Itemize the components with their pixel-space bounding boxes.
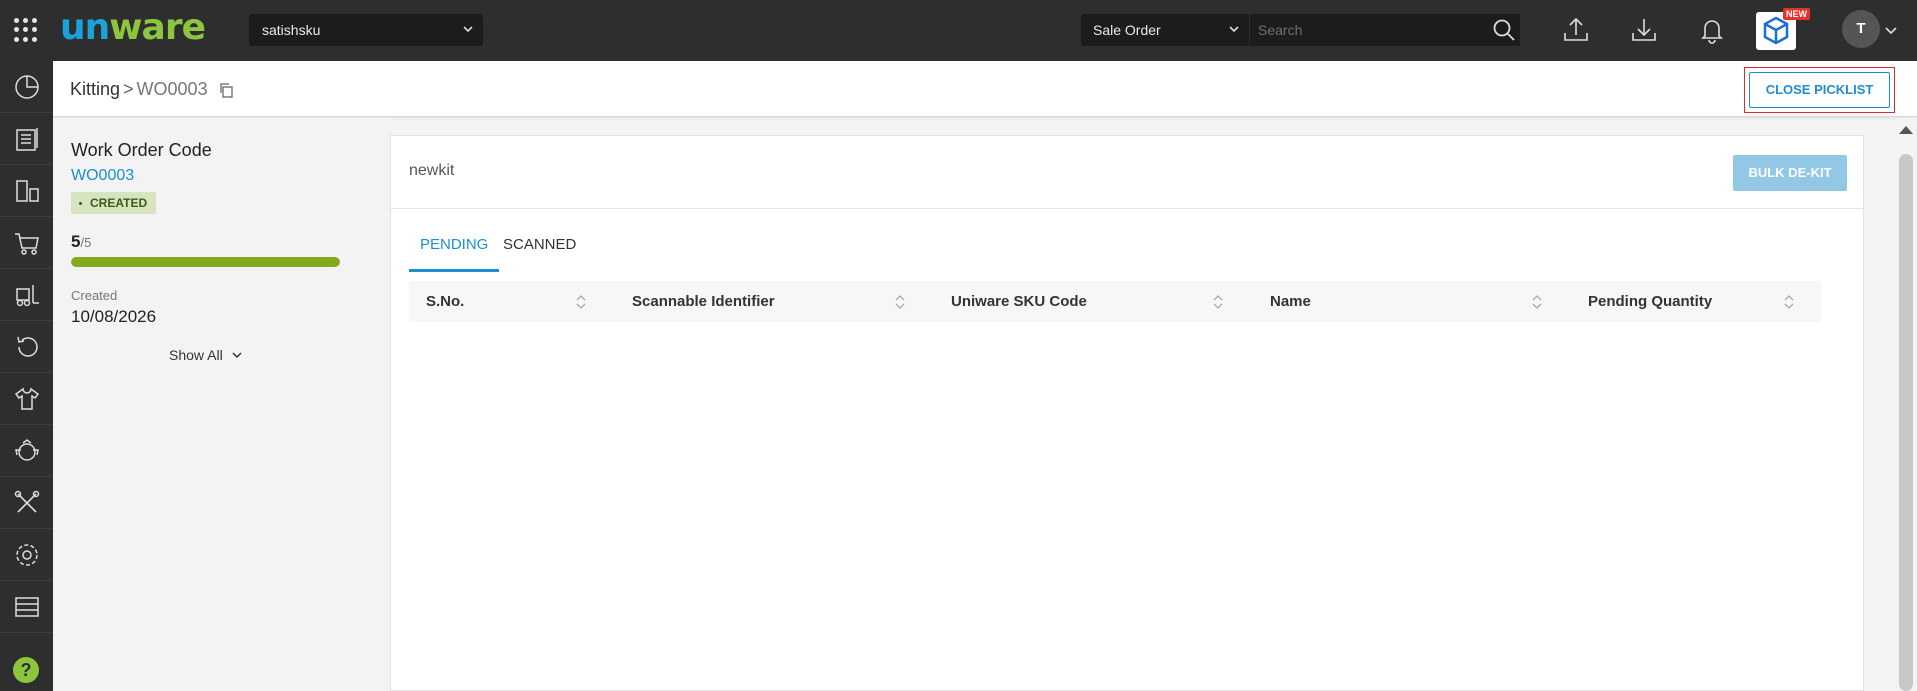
avatar[interactable]: T	[1842, 10, 1880, 48]
show-all-label: Show All	[169, 347, 223, 363]
tab-scanned[interactable]: SCANNED	[492, 234, 587, 272]
table-header: S.No. Scannable Identifier Uniware SKU C…	[409, 281, 1821, 322]
nav-returns[interactable]	[0, 321, 53, 373]
search-type-value: Sale Order	[1093, 22, 1161, 38]
sort-icon[interactable]	[1532, 295, 1542, 309]
chevron-down-icon[interactable]	[1885, 25, 1897, 35]
work-order-label: Work Order Code	[71, 140, 212, 160]
uniware-logo[interactable]: unware	[60, 8, 206, 48]
top-bar: unware satishsku Sale Order NEW T	[0, 0, 1917, 61]
tab-pending[interactable]: PENDING	[409, 234, 500, 272]
help-icon[interactable]: ?	[13, 657, 39, 683]
progress-count: 5/5	[71, 232, 91, 252]
search-input[interactable]	[1250, 14, 1520, 46]
orders-icon	[15, 127, 38, 151]
side-nav	[0, 61, 53, 691]
nav-forklift[interactable]	[0, 269, 53, 321]
nav-recycle[interactable]	[0, 425, 53, 477]
new-badge: NEW	[1783, 8, 1810, 20]
sort-icon[interactable]	[576, 295, 586, 309]
work-order-panel: Work Order Code WO0003 CREATED 5/5 Creat…	[53, 118, 389, 691]
dashboard-icon	[14, 74, 39, 99]
nav-settings[interactable]	[0, 529, 53, 581]
work-order-code[interactable]: WO0003	[71, 167, 134, 185]
scroll-up-arrow-icon[interactable]	[1898, 125, 1914, 135]
bell-icon[interactable]	[1698, 16, 1726, 44]
status-label: CREATED	[90, 196, 148, 210]
progress-total: /5	[80, 235, 92, 250]
cart-icon	[14, 232, 39, 255]
close-picklist-button[interactable]: CLOSE PICKLIST	[1749, 72, 1890, 108]
copy-icon[interactable]	[218, 82, 234, 98]
nav-products[interactable]	[0, 373, 53, 425]
sort-icon[interactable]	[1213, 295, 1223, 309]
created-label: Created	[71, 288, 118, 303]
chevron-down-icon	[463, 26, 473, 33]
progress-bar	[71, 257, 340, 267]
facility-dropdown[interactable]: satishsku	[249, 14, 483, 46]
tools-icon	[14, 490, 39, 513]
upload-icon[interactable]	[1562, 16, 1590, 44]
search-type-dropdown[interactable]: Sale Order	[1081, 14, 1249, 46]
breadcrumb-separator: >	[123, 79, 134, 99]
sort-icon[interactable]	[1784, 295, 1794, 309]
kit-name: newkit	[409, 162, 455, 179]
progress-bar-fill	[71, 257, 340, 267]
inventory-icon	[15, 179, 39, 202]
chevron-down-icon	[232, 352, 242, 359]
column-scannable-identifier[interactable]: Scannable Identifier	[615, 281, 775, 322]
column-pending-quantity[interactable]: Pending Quantity	[1571, 281, 1712, 322]
recycle-icon	[14, 438, 39, 461]
nav-tools[interactable]	[0, 477, 53, 529]
column-name[interactable]: Name	[1253, 281, 1311, 322]
scrollbar-thumb[interactable]	[1899, 154, 1913, 691]
warehouse-icon	[14, 596, 39, 617]
column-sno[interactable]: S.No.	[409, 281, 464, 322]
chevron-down-icon	[1229, 26, 1239, 33]
nav-warehouse[interactable]	[0, 581, 53, 633]
close-picklist-highlight: CLOSE PICKLIST	[1744, 67, 1895, 113]
nav-orders[interactable]	[0, 113, 53, 165]
status-badge: CREATED	[71, 192, 157, 214]
breadcrumb-bar: Kitting > WO0003	[53, 61, 1917, 117]
breadcrumb-parent[interactable]: Kitting	[70, 79, 120, 99]
forklift-icon	[15, 284, 39, 306]
column-sku-code[interactable]: Uniware SKU Code	[934, 281, 1087, 322]
breadcrumb: Kitting > WO0003	[70, 79, 208, 100]
created-value: 10/08/2026	[71, 307, 157, 326]
status-dot	[79, 202, 82, 206]
kit-card: newkit BULK DE-KIT PENDING SCANNED S.No.…	[390, 135, 1864, 691]
search-icon[interactable]	[1492, 18, 1516, 42]
nav-cart[interactable]	[0, 217, 53, 269]
kit-header: newkit BULK DE-KIT	[391, 136, 1863, 209]
nav-dashboard[interactable]	[0, 61, 53, 113]
download-icon[interactable]	[1630, 16, 1658, 44]
shirt-icon	[14, 387, 39, 410]
apps-grid-icon[interactable]	[14, 18, 38, 42]
show-all-toggle[interactable]: Show All	[169, 347, 243, 363]
settings-icon	[15, 543, 38, 566]
breadcrumb-current: WO0003	[136, 79, 208, 99]
nav-inventory[interactable]	[0, 165, 53, 217]
facility-dropdown-value: satishsku	[262, 22, 321, 38]
sort-icon[interactable]	[895, 295, 905, 309]
returns-icon	[16, 336, 38, 357]
bulk-dekit-button[interactable]: BULK DE-KIT	[1733, 155, 1847, 191]
